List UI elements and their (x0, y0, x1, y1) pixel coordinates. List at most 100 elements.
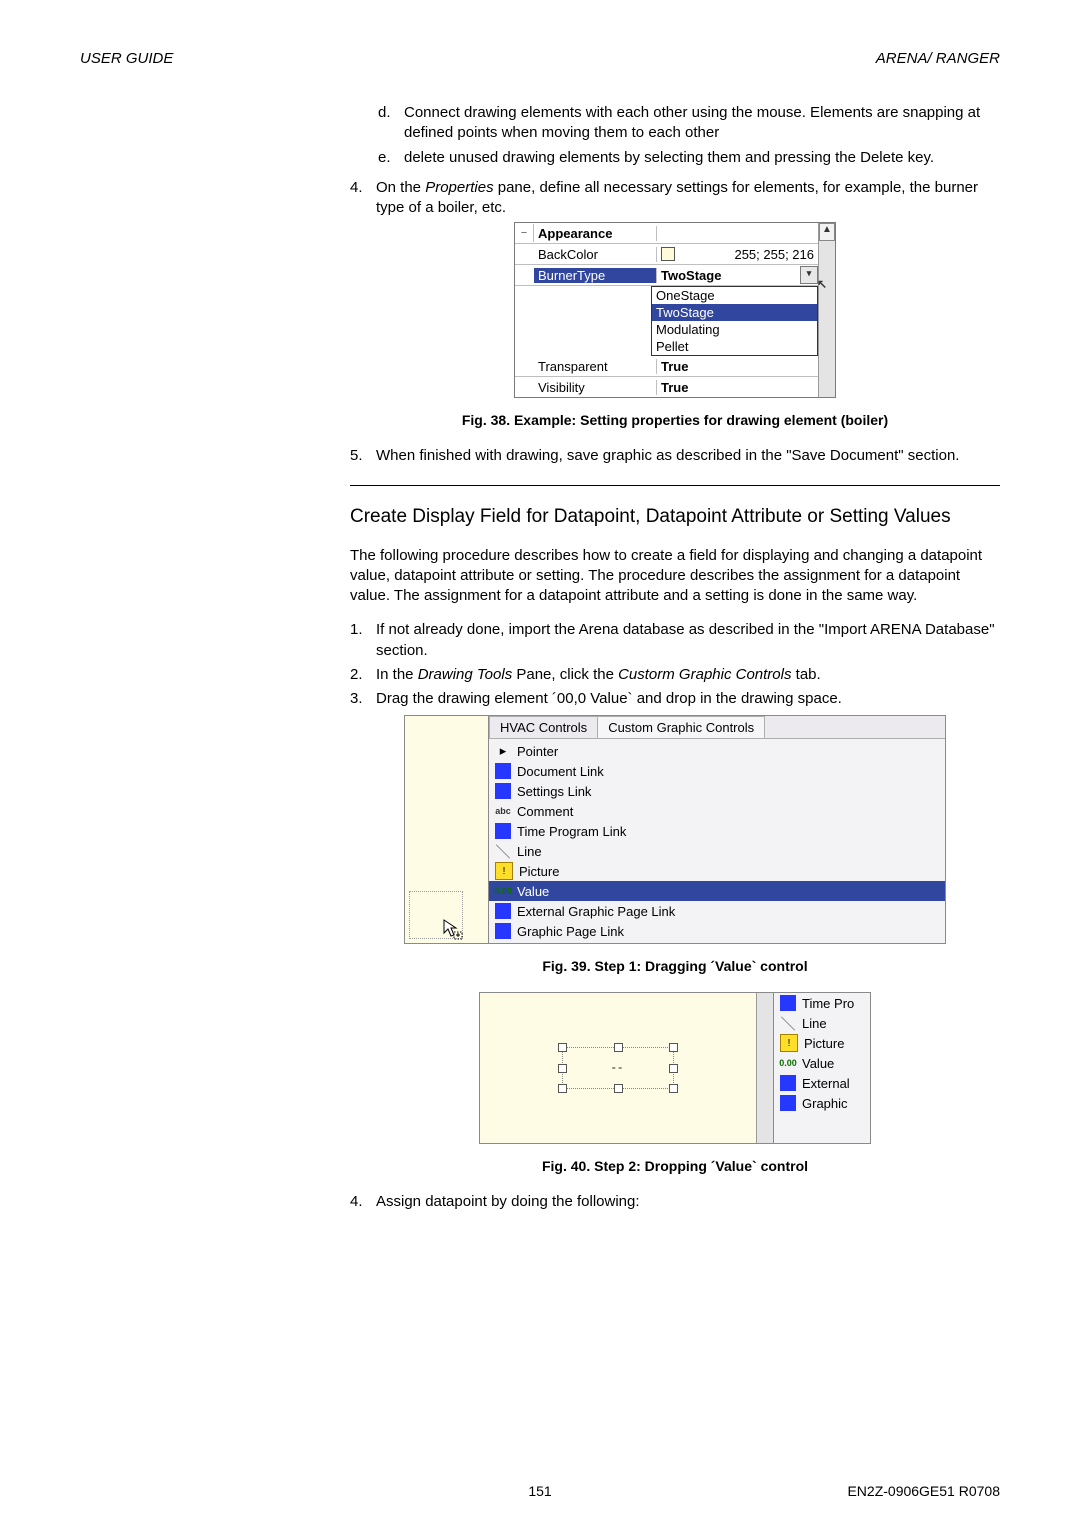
line-icon: ＼ (780, 1015, 796, 1031)
header-right: ARENA/ RANGER (876, 50, 1000, 67)
resize-handle[interactable] (558, 1064, 567, 1073)
term-custom-graphic-controls: Custorm Graphic Controls (618, 666, 791, 683)
burnertype-dropdown[interactable]: OneStage TwoStage Modulating Pellet (651, 286, 818, 356)
tool-settings-link[interactable]: Settings Link (489, 781, 945, 801)
property-row-transparent[interactable]: Transparent True (515, 356, 818, 377)
figure-caption: Fig. 38. Example: Setting properties for… (350, 412, 1000, 428)
resize-handle[interactable] (669, 1084, 678, 1093)
list-text: Drag the drawing element ´00,0 Value` an… (376, 689, 842, 709)
tool-picture[interactable]: !Picture (774, 1033, 870, 1053)
list-marker: 2. (350, 665, 376, 685)
property-row-backcolor[interactable]: BackColor 255; 255; 216 (515, 244, 818, 265)
picture-icon: ! (780, 1034, 798, 1052)
list-item: d. Connect drawing elements with each ot… (378, 103, 1000, 144)
resize-handle[interactable] (558, 1043, 567, 1052)
list-text: In the Drawing Tools Pane, click the Cus… (376, 665, 821, 685)
list-text: Connect drawing elements with each other… (404, 103, 1000, 144)
property-category-row[interactable]: − Appearance (515, 223, 818, 244)
cursor-icon: ↖ (817, 278, 827, 291)
tool-time-program-link[interactable]: Time Pro (774, 993, 870, 1013)
tool-document-link[interactable]: Document Link (489, 761, 945, 781)
list-item: 4. On the Properties pane, define all ne… (350, 178, 1000, 219)
dropdown-option[interactable]: OneStage (652, 287, 817, 304)
dropped-value-element[interactable]: -- (562, 1047, 674, 1089)
list-marker: 1. (350, 620, 376, 661)
section-divider (350, 485, 1000, 486)
tool-time-program-link[interactable]: Time Program Link (489, 821, 945, 841)
list-marker: 5. (350, 446, 376, 466)
tool-list: ▸Pointer Document Link Settings Link abc… (489, 739, 945, 943)
list-text: When finished with drawing, save graphic… (376, 446, 959, 466)
drawing-canvas[interactable]: -- (480, 993, 756, 1143)
page-header: USER GUIDE ARENA/ RANGER (80, 50, 1000, 67)
list-item: 1. If not already done, import the Arena… (350, 620, 1000, 661)
link-icon (495, 823, 511, 839)
dropdown-option[interactable]: TwoStage (652, 304, 817, 321)
list-marker: 3. (350, 689, 376, 709)
tool-line[interactable]: ＼Line (489, 841, 945, 861)
page: USER GUIDE ARENA/ RANGER d. Connect draw… (0, 0, 1080, 1527)
resize-handle[interactable] (558, 1084, 567, 1093)
list-item: 3. Drag the drawing element ´00,0 Value`… (350, 689, 1000, 709)
scrollbar[interactable]: ▲ (818, 223, 835, 397)
tool-picture[interactable]: !Picture (489, 861, 945, 881)
drag-cursor-icon (442, 918, 464, 940)
property-row-visibility[interactable]: Visibility True (515, 377, 818, 397)
prop-name: Transparent (534, 359, 657, 374)
dropdown-option[interactable]: Pellet (652, 338, 817, 355)
pointer-icon: ▸ (495, 743, 511, 759)
tool-value[interactable]: 0.00Value (774, 1053, 870, 1073)
resize-handle[interactable] (669, 1043, 678, 1052)
tab-hvac-controls[interactable]: HVAC Controls (489, 716, 598, 738)
tab-custom-graphic-controls[interactable]: Custom Graphic Controls (597, 716, 765, 738)
term-drawing-tools: Drawing Tools (418, 666, 513, 683)
category-label: Appearance (534, 226, 657, 241)
line-icon: ＼ (495, 843, 511, 859)
collapse-icon[interactable]: − (515, 224, 534, 242)
placeholder-dots: -- (612, 1059, 625, 1074)
scrollbar[interactable] (756, 993, 773, 1143)
tool-pointer[interactable]: ▸Pointer (489, 741, 945, 761)
header-left: USER GUIDE (80, 50, 173, 67)
toolbox: HVAC Controls Custom Graphic Controls ▸P… (489, 716, 945, 943)
page-number: 151 (80, 1483, 1000, 1499)
resize-handle[interactable] (614, 1043, 623, 1052)
link-icon (495, 763, 511, 779)
tool-line[interactable]: ＼Line (774, 1013, 870, 1033)
property-row-burnertype[interactable]: BurnerType TwoStage ▾↖ (515, 265, 818, 286)
list-marker: e. (378, 148, 404, 168)
scroll-up-icon[interactable]: ▲ (819, 223, 835, 241)
link-icon (495, 783, 511, 799)
picture-icon: ! (495, 862, 513, 880)
tool-external-graphic-page-link[interactable]: External (774, 1073, 870, 1093)
prop-name: BurnerType (534, 268, 657, 283)
dropdown-option[interactable]: Modulating (652, 321, 817, 338)
tool-graphic-page-link[interactable]: Graphic Page Link (489, 921, 945, 941)
list-marker: d. (378, 103, 404, 144)
tool-comment[interactable]: abcComment (489, 801, 945, 821)
resize-handle[interactable] (614, 1084, 623, 1093)
drag-ghost (409, 891, 463, 939)
drawing-tools-pane: HVAC Controls Custom Graphic Controls ▸P… (404, 715, 946, 944)
color-swatch (661, 247, 675, 261)
property-grid[interactable]: − Appearance BackColor 255; 255; 216 Bur… (514, 222, 836, 398)
prop-value: TwoStage (661, 268, 721, 283)
dropdown-button[interactable]: ▾↖ (800, 266, 818, 284)
section-title: Create Display Field for Datapoint, Data… (350, 506, 1000, 528)
prop-name: Visibility (534, 380, 657, 395)
link-icon (495, 903, 511, 919)
list-text: If not already done, import the Arena da… (376, 620, 1000, 661)
list-marker: 4. (350, 178, 376, 219)
drawing-canvas[interactable] (405, 716, 489, 943)
resize-handle[interactable] (669, 1064, 678, 1073)
tool-external-graphic-page-link[interactable]: External Graphic Page Link (489, 901, 945, 921)
list-item: 4. Assign datapoint by doing the followi… (350, 1192, 1000, 1212)
tool-graphic-page-link[interactable]: Graphic (774, 1093, 870, 1113)
list-marker: 4. (350, 1192, 376, 1212)
prop-value: True (661, 380, 688, 395)
tool-value[interactable]: 0.00Value (489, 881, 945, 901)
list-item: e. delete unused drawing elements by sel… (378, 148, 1000, 168)
link-icon (495, 923, 511, 939)
link-icon (780, 1095, 796, 1111)
figure-caption: Fig. 39. Step 1: Dragging ´Value` contro… (350, 958, 1000, 974)
